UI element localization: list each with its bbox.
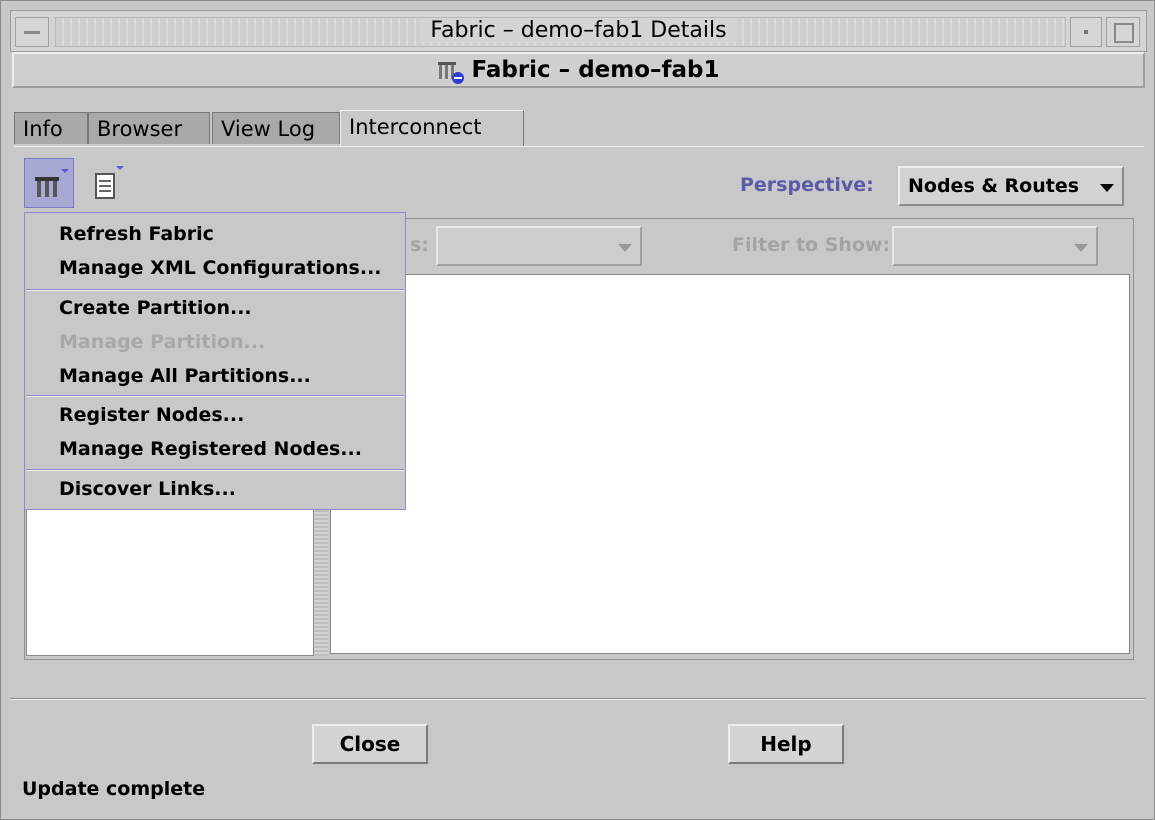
perspective-select[interactable]: Nodes & Routes (898, 166, 1124, 206)
fabric-menu-button[interactable] (24, 158, 74, 208)
split-pane-divider[interactable] (314, 506, 328, 656)
fabric-icon (437, 58, 465, 84)
chevron-down-icon (618, 244, 632, 252)
menu-item-manage-registered-nodes[interactable]: Manage Registered Nodes... (59, 438, 362, 460)
fabric-header-title: Fabric – demo–fab1 (471, 57, 720, 83)
menu-item-register-nodes[interactable]: Register Nodes... (59, 404, 244, 426)
footer-divider (10, 698, 1145, 700)
menu-item-manage-xml-configurations[interactable]: Manage XML Configurations... (59, 257, 382, 279)
filter1-label: s: (410, 234, 429, 256)
minimize-button[interactable] (1070, 17, 1102, 47)
perspective-select-value: Nodes & Routes (908, 175, 1080, 197)
menu-separator (26, 289, 404, 291)
filter-to-show-select (892, 226, 1098, 266)
perspective-label: Perspective: (740, 174, 874, 196)
menu-item-refresh-fabric[interactable]: Refresh Fabric (59, 223, 214, 245)
menu-item-manage-partition: Manage Partition... (59, 331, 266, 353)
chevron-down-icon (1074, 244, 1088, 252)
filter1-select (436, 226, 642, 266)
filter-to-show-label: Filter to Show: (732, 234, 891, 256)
fabric-popup-menu: Refresh Fabric Manage XML Configurations… (24, 212, 406, 510)
maximize-button[interactable] (1106, 17, 1140, 47)
help-button[interactable]: Help (728, 724, 844, 764)
menu-separator (26, 395, 404, 397)
tab-browser[interactable]: Browser (88, 112, 210, 144)
fabric-menu-icon (35, 169, 69, 197)
window-title: Fabric – demo–fab1 Details (11, 18, 1146, 43)
menu-item-discover-links[interactable]: Discover Links... (59, 478, 236, 500)
title-bar[interactable]: Fabric – demo–fab1 Details (10, 10, 1147, 52)
fabric-header: Fabric – demo–fab1 (12, 52, 1145, 88)
window-title-text: Fabric – demo–fab1 Details (420, 18, 737, 43)
menu-separator (26, 469, 404, 471)
status-text: Update complete (22, 778, 206, 800)
chevron-down-icon (1100, 184, 1114, 192)
tab-view-log[interactable]: View Log (212, 112, 340, 144)
menu-item-create-partition[interactable]: Create Partition... (59, 297, 252, 319)
topology-view[interactable] (330, 274, 1130, 654)
node-tree-list[interactable] (26, 506, 314, 656)
report-menu-icon (95, 166, 124, 199)
menu-item-manage-all-partitions[interactable]: Manage All Partitions... (59, 365, 311, 387)
report-menu-button[interactable] (86, 158, 136, 208)
close-button[interactable]: Close (312, 724, 428, 764)
tab-interconnect[interactable]: Interconnect (340, 110, 524, 146)
tab-info[interactable]: Info (14, 112, 88, 144)
